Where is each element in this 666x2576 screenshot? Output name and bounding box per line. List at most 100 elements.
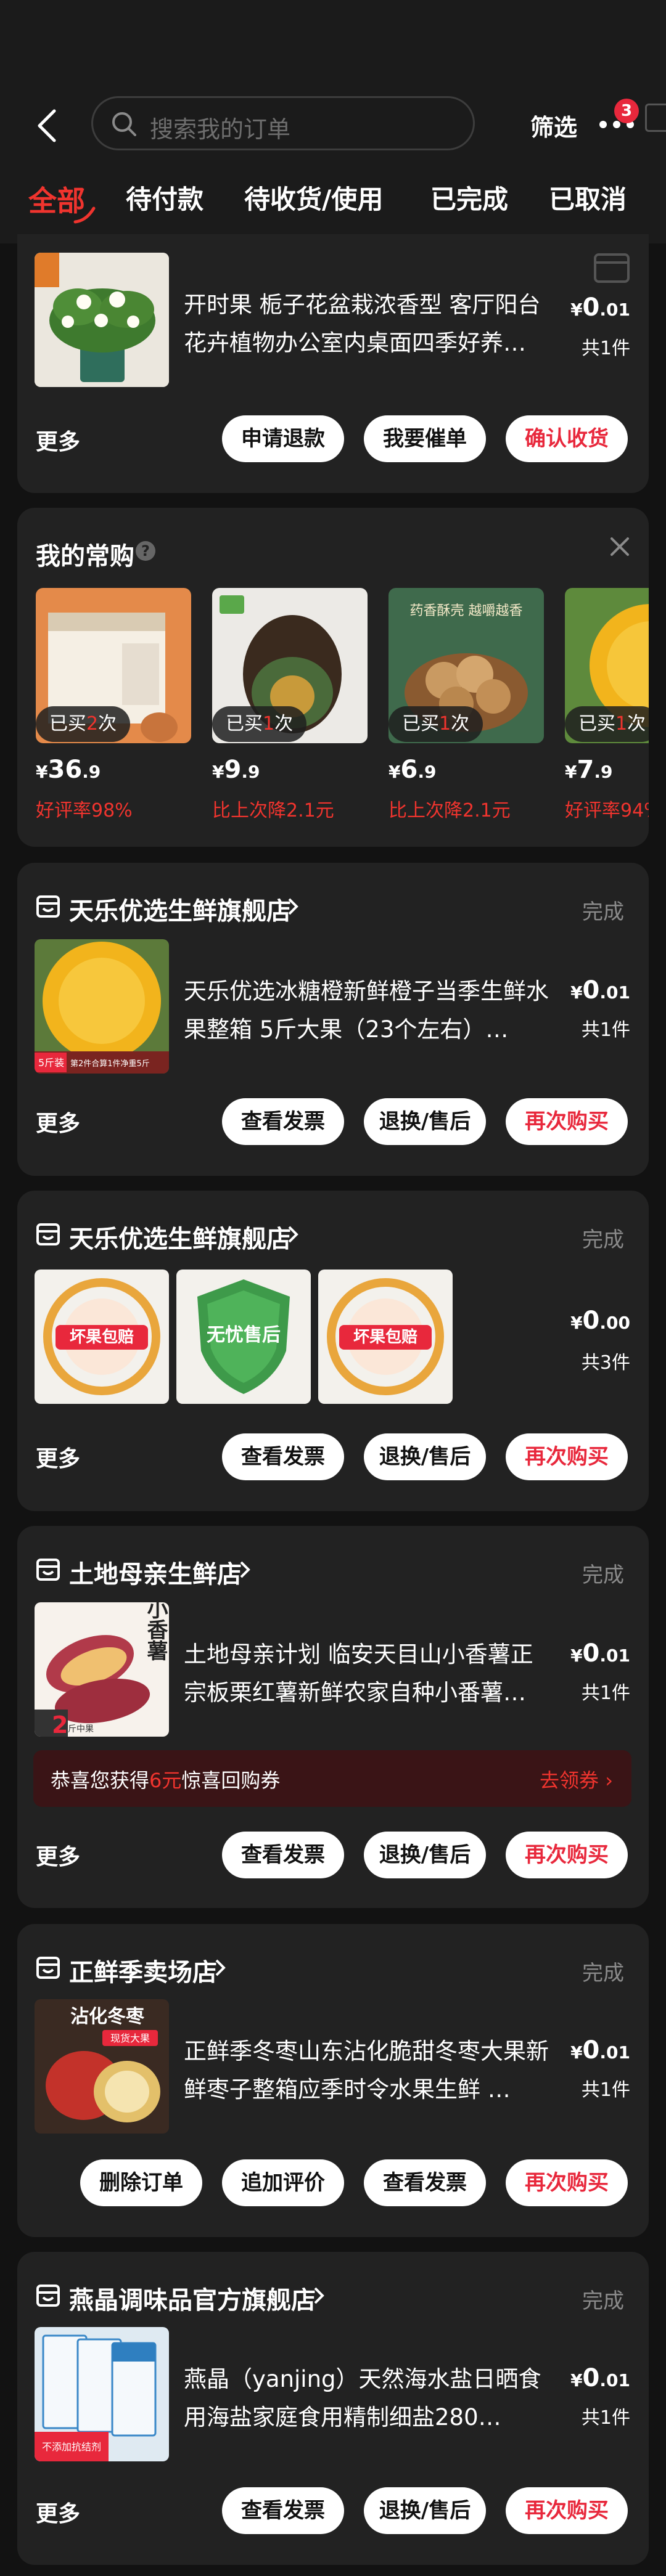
- item-count: 共1件: [581, 1019, 630, 1041]
- view-invoice-button[interactable]: 查看发票: [364, 2159, 486, 2206]
- chevron-right-icon: [215, 1959, 226, 1976]
- view-invoice-button[interactable]: 查看发票: [222, 2487, 344, 2534]
- urge-order-button[interactable]: 我要催单: [364, 415, 486, 462]
- filter-button[interactable]: 筛选: [530, 108, 577, 142]
- tab-completed[interactable]: 已完成: [430, 179, 508, 216]
- product-image[interactable]: 小香薯 2 斤中果: [35, 1602, 169, 1737]
- image-caption: 不添加抗结剂: [42, 2441, 101, 2453]
- item-count: 共1件: [581, 338, 630, 359]
- coupon-banner[interactable]: 恭喜您获得6元惊喜回购券 去领券 ›: [33, 1750, 631, 1807]
- product-image[interactable]: 无忧售后: [176, 1270, 311, 1404]
- product-image[interactable]: 坏果包赔: [318, 1270, 453, 1404]
- chevron-right-icon: [240, 1561, 250, 1578]
- product-title[interactable]: 正鲜季冬枣山东沾化脆甜冬枣大果新鲜枣子整箱应季时令水果生鲜 …: [184, 2032, 554, 2109]
- notification-badge: 3: [614, 99, 639, 123]
- store-name[interactable]: 天乐优选生鲜旗舰店: [69, 1219, 291, 1255]
- product-title[interactable]: 土地母亲计划 临安天目山小香薯正宗板栗红薯新鲜农家自种小番薯…: [184, 1636, 554, 1712]
- product-image[interactable]: [35, 253, 169, 387]
- store-icon: [36, 2285, 60, 2307]
- buy-again-button[interactable]: 再次购买: [506, 1832, 628, 1878]
- item-price: ¥9.9: [212, 756, 260, 784]
- apply-refund-button[interactable]: 申请退款: [222, 415, 344, 462]
- more-link[interactable]: 更多: [36, 424, 80, 456]
- claim-coupon-link[interactable]: 去领券 ›: [540, 1765, 613, 1793]
- bought-count: 已买1次: [565, 706, 649, 742]
- buy-again-button[interactable]: 再次购买: [506, 2159, 628, 2206]
- window-icon: [594, 253, 630, 283]
- bought-count: 已买1次: [388, 706, 483, 742]
- order-card[interactable]: 燕晶调味品官方旗舰店 完成 不添加抗结剂 燕晶（yanjing）天然海水盐日晒食…: [17, 2252, 649, 2565]
- order-price: ¥0.01: [570, 976, 630, 1005]
- store-name[interactable]: 天乐优选生鲜旗舰店: [69, 891, 291, 927]
- order-card[interactable]: 正鲜季卖场店 完成 沾化冬枣 现货大果 正鲜季冬枣山东沾化脆甜冬枣大果新鲜枣子整…: [17, 1924, 649, 2237]
- image-caption: 药香酥壳 越嚼越香: [410, 603, 523, 619]
- order-card[interactable]: 开时果 栀子花盆栽浓香型 客厅阳台花卉植物办公室内桌面四季好养… ¥0.01 共…: [17, 234, 649, 493]
- side-panel-icon[interactable]: [645, 104, 666, 132]
- more-link[interactable]: 更多: [36, 2496, 80, 2528]
- frequent-purchase-card: 我的常购 ? 已买2次 ¥36.9 好评率98% 已买1次 ¥9.9 比上次降2…: [17, 508, 649, 847]
- item-count: 共3件: [581, 1352, 630, 1374]
- more-link[interactable]: 更多: [36, 1839, 80, 1871]
- close-icon[interactable]: [609, 536, 630, 557]
- delete-order-button[interactable]: 删除订单: [80, 2159, 202, 2206]
- order-tabs: 全部 待付款 待收货/使用 已完成 已取消: [0, 179, 666, 228]
- item-price: ¥36.9: [36, 756, 101, 784]
- item-note: 比上次降2.1元: [388, 800, 511, 821]
- product-title[interactable]: 燕晶（yanjing）天然海水盐日晒食用海盐家庭食用精制细盐280…: [184, 2360, 554, 2437]
- image-weight: 2: [52, 1711, 68, 1737]
- buy-again-button[interactable]: 再次购买: [506, 1433, 628, 1480]
- item-count: 共1件: [581, 1682, 630, 1704]
- chevron-right-icon: [314, 2287, 324, 2304]
- image-tag: 5斤装: [38, 1057, 64, 1069]
- info-icon[interactable]: ?: [136, 541, 155, 561]
- buy-again-button[interactable]: 再次购买: [506, 1098, 628, 1145]
- buy-again-button[interactable]: 再次购买: [506, 2487, 628, 2534]
- view-invoice-button[interactable]: 查看发票: [222, 1098, 344, 1145]
- tab-pending-payment[interactable]: 待付款: [126, 179, 204, 216]
- order-status: 完成: [582, 900, 624, 924]
- add-review-button[interactable]: 追加评价: [222, 2159, 344, 2206]
- item-note: 好评率98%: [36, 800, 133, 821]
- order-status: 完成: [582, 1961, 624, 1986]
- item-note: 比上次降2.1元: [212, 800, 334, 821]
- tab-cancelled[interactable]: 已取消: [549, 179, 627, 216]
- product-image[interactable]: 坏果包赔: [35, 1270, 169, 1404]
- tab-pending-receipt[interactable]: 待收货/使用: [244, 179, 383, 216]
- order-price: ¥0.01: [570, 1639, 630, 1668]
- after-sales-button[interactable]: 退换/售后: [364, 1832, 486, 1878]
- store-name[interactable]: 正鲜季卖场店: [69, 1952, 217, 1988]
- image-caption: 坏果包赔: [353, 1327, 417, 1347]
- product-image[interactable]: 沾化冬枣 现货大果: [35, 1999, 169, 2134]
- search-input[interactable]: 搜索我的订单: [91, 96, 475, 150]
- store-name[interactable]: 土地母亲生鲜店: [69, 1554, 242, 1590]
- store-icon: [36, 1223, 60, 1245]
- image-caption: 坏果包赔: [70, 1327, 134, 1347]
- item-note: 好评率94%: [565, 800, 649, 821]
- product-image[interactable]: 不添加抗结剂: [35, 2327, 169, 2461]
- search-icon: [112, 112, 136, 136]
- after-sales-button[interactable]: 退换/售后: [364, 1098, 486, 1145]
- order-card[interactable]: 天乐优选生鲜旗舰店 完成 坏果包赔 无忧售后 坏果包赔 ¥0.00 共3件 更多: [17, 1191, 649, 1511]
- product-image[interactable]: 5斤装 第2件合算1件净重5斤: [35, 939, 169, 1074]
- back-arrow-icon[interactable]: [35, 108, 59, 143]
- chevron-right-icon: [288, 898, 298, 915]
- order-card[interactable]: 天乐优选生鲜旗舰店 完成 5斤装 第2件合算1件净重5斤 天乐优选冰糖橙新鲜橙子…: [17, 863, 649, 1176]
- order-price: ¥0.01: [570, 293, 630, 322]
- after-sales-button[interactable]: 退换/售后: [364, 1433, 486, 1480]
- order-card[interactable]: 土地母亲生鲜店 完成 小香薯 2 斤中果 土地母亲计划 临安天目山小香薯正宗板栗…: [17, 1526, 649, 1908]
- product-title[interactable]: 开时果 栀子花盆栽浓香型 客厅阳台花卉植物办公室内桌面四季好养…: [184, 286, 554, 362]
- after-sales-button[interactable]: 退换/售后: [364, 2487, 486, 2534]
- order-status: 完成: [582, 1563, 624, 1588]
- view-invoice-button[interactable]: 查看发票: [222, 1832, 344, 1878]
- image-tag: 第2件合算1件净重5斤: [70, 1059, 150, 1069]
- image-caption: 现货大果: [110, 2032, 150, 2044]
- more-link[interactable]: 更多: [36, 1441, 80, 1473]
- product-title[interactable]: 天乐优选冰糖橙新鲜橙子当季生鲜水果整箱 5斤大果（23个左右）…: [184, 972, 554, 1049]
- store-icon: [36, 895, 60, 918]
- image-caption: 小香薯: [143, 1602, 168, 1661]
- view-invoice-button[interactable]: 查看发票: [222, 1433, 344, 1480]
- confirm-receipt-button[interactable]: 确认收货: [506, 415, 628, 462]
- store-icon: [36, 1957, 60, 1979]
- more-link[interactable]: 更多: [36, 1106, 80, 1138]
- store-name[interactable]: 燕晶调味品官方旗舰店: [69, 2280, 316, 2316]
